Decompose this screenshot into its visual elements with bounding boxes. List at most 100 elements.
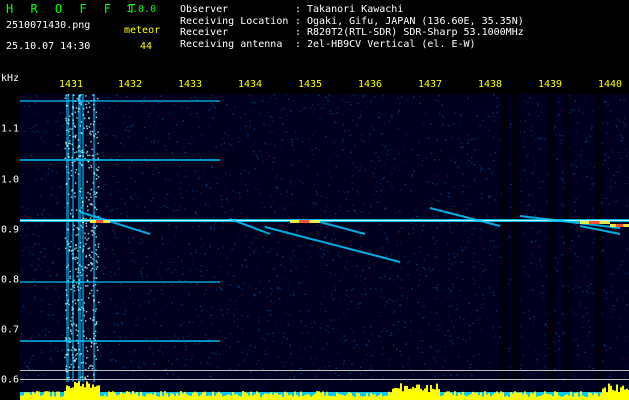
- noise-speck: [222, 227, 224, 229]
- noise-speck: [487, 202, 489, 204]
- spectrum-bar: [92, 384, 94, 400]
- noise-speck: [229, 265, 232, 267]
- spectrum-bar: [44, 391, 46, 400]
- noise-speck: [403, 145, 405, 147]
- noise-speck: [350, 95, 353, 97]
- noise-speck: [330, 371, 333, 373]
- noise-speck: [55, 288, 57, 290]
- noise-speck: [496, 97, 498, 99]
- noise-speck: [528, 310, 530, 312]
- noise-speck: [585, 307, 587, 309]
- noise-speck: [284, 208, 286, 210]
- spectrum-bar: [146, 393, 148, 400]
- interference-speck: [94, 227, 96, 229]
- noise-speck: [466, 165, 469, 167]
- noise-speck: [48, 214, 51, 216]
- interference-speck: [64, 147, 66, 150]
- noise-speck: [403, 256, 406, 258]
- noise-speck: [47, 173, 49, 175]
- noise-speck: [590, 283, 592, 285]
- noise-speck: [152, 173, 154, 176]
- noise-speck: [233, 321, 236, 323]
- noise-speck: [299, 110, 302, 112]
- noise-speck: [111, 249, 114, 251]
- noise-speck: [273, 157, 275, 159]
- noise-speck: [21, 206, 23, 208]
- interference-speck: [94, 330, 97, 333]
- noise-speck: [353, 94, 355, 96]
- noise-speck: [399, 350, 401, 352]
- noise-speck: [433, 357, 435, 359]
- noise-speck: [351, 363, 353, 365]
- noise-speck: [572, 288, 574, 290]
- noise-speck: [166, 193, 168, 195]
- noise-speck: [430, 347, 433, 349]
- noise-speck: [278, 241, 281, 244]
- noise-speck: [54, 300, 57, 302]
- noise-speck: [493, 137, 495, 140]
- interference-speck: [91, 365, 94, 367]
- noise-speck: [272, 168, 274, 170]
- noise-speck: [296, 138, 299, 140]
- noise-speck: [148, 300, 150, 302]
- noise-speck: [356, 344, 358, 346]
- noise-speck: [586, 95, 589, 97]
- noise-speck: [387, 241, 389, 243]
- noise-speck: [124, 367, 126, 369]
- interference-speck: [81, 201, 84, 204]
- spectrum-bar: [188, 395, 190, 400]
- time-tick-label: 1440: [597, 79, 623, 90]
- noise-speck: [109, 271, 112, 273]
- noise-speck: [37, 214, 39, 216]
- noise-speck: [90, 194, 93, 196]
- noise-speck: [178, 193, 180, 195]
- noise-speck: [221, 205, 223, 208]
- noise-speck: [589, 163, 592, 165]
- noise-speck: [293, 100, 295, 102]
- noise-speck: [333, 141, 335, 143]
- noise-speck: [204, 134, 206, 136]
- noise-speck: [417, 347, 419, 349]
- noise-speck: [273, 332, 275, 335]
- noise-speck: [50, 360, 52, 362]
- dark-band: [565, 94, 569, 382]
- noise-speck: [450, 232, 452, 234]
- noise-speck: [493, 94, 495, 96]
- noise-speck: [375, 288, 377, 290]
- noise-speck: [437, 329, 439, 331]
- noise-speck: [591, 126, 593, 128]
- noise-speck: [312, 158, 315, 161]
- interference-speck: [96, 289, 99, 292]
- noise-speck: [197, 116, 199, 118]
- noise-speck: [365, 293, 367, 295]
- interference-speck: [91, 342, 93, 344]
- noise-speck: [345, 261, 348, 263]
- noise-speck: [449, 335, 452, 337]
- noise-speck: [326, 234, 329, 236]
- noise-speck: [193, 217, 196, 219]
- interference-speck: [70, 349, 73, 351]
- noise-speck: [132, 237, 135, 239]
- noise-speck: [310, 244, 313, 246]
- interference-speck: [87, 161, 89, 163]
- interference-speck: [79, 376, 82, 379]
- noise-speck: [249, 371, 252, 373]
- interference-speck: [72, 356, 74, 359]
- noise-speck: [374, 185, 377, 188]
- noise-speck: [408, 233, 410, 235]
- noise-speck: [459, 317, 461, 319]
- noise-speck: [572, 311, 575, 313]
- interference-speck: [78, 102, 81, 104]
- noise-speck: [448, 192, 450, 195]
- noise-speck: [420, 340, 423, 342]
- noise-speck: [415, 209, 417, 211]
- noise-speck: [353, 347, 355, 349]
- noise-speck: [364, 277, 366, 279]
- spectrum-bar: [252, 395, 254, 400]
- noise-speck: [493, 178, 496, 180]
- noise-speck: [215, 146, 217, 148]
- noise-speck: [369, 356, 372, 358]
- noise-speck: [165, 269, 168, 271]
- noise-speck: [332, 377, 334, 379]
- noise-speck: [25, 374, 28, 376]
